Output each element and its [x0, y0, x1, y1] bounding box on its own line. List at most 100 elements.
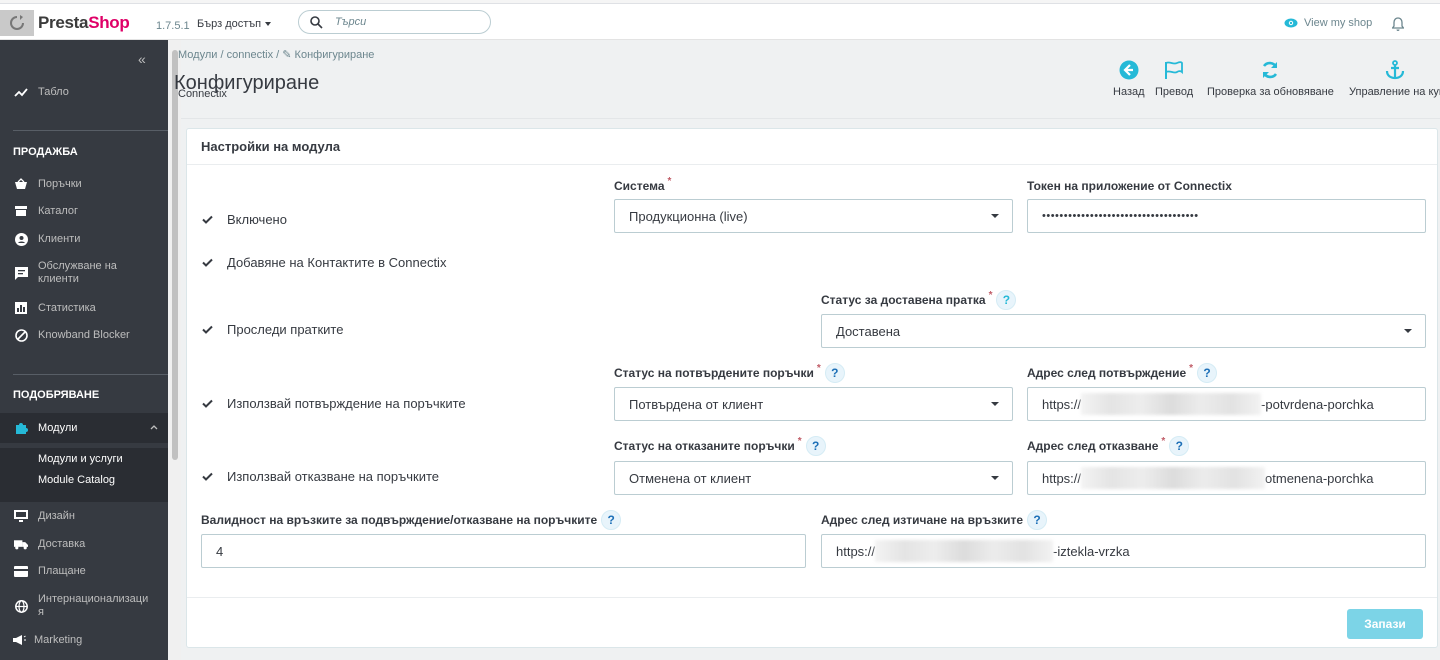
version-label: 1.7.5.1: [156, 20, 190, 32]
quick-access-dropdown[interactable]: Бърз достъп: [197, 18, 271, 30]
sidebar-item-label: Дизайн: [38, 510, 75, 522]
sidebar-item-international[interactable]: Интернационализация: [0, 591, 168, 621]
brand-name: PrestaShop: [38, 13, 130, 33]
breadcrumb: Модули / connectix / ✎ Конфигуриране: [178, 48, 374, 61]
help-icon[interactable]: ?: [1197, 363, 1218, 383]
stats-icon: [14, 301, 28, 315]
sidebar-item-label: Поръчки: [38, 178, 82, 190]
validity-label-text: Валидност на връзките за подвърждение/от…: [201, 513, 598, 527]
help-icon[interactable]: ?: [824, 363, 845, 383]
toolbar-label: Превод: [1155, 86, 1194, 98]
required-mark: *: [1189, 362, 1194, 374]
confirmed-label-text: Статус на потвърдените поръчки: [614, 366, 814, 380]
module-settings-panel: Настройки на модула Включено Добавяне на…: [186, 128, 1438, 648]
confirmed-status-select[interactable]: Потвърдена от клиент: [614, 387, 1013, 421]
toolbar-label: Управление на куки: [1349, 86, 1440, 98]
delivered-status-select[interactable]: Доставена: [821, 314, 1426, 348]
manage-hooks-button[interactable]: Управление на куки: [1349, 60, 1440, 98]
checkbox-track-shipments[interactable]: Проследи пратките: [201, 322, 343, 337]
bell-icon[interactable]: [1392, 17, 1404, 31]
brand-text: PrestaShop: [38, 13, 130, 32]
after-cancel-url-input[interactable]: https:// otmenena-porchka: [1027, 461, 1426, 495]
translate-button[interactable]: Превод: [1155, 60, 1193, 98]
toolbar-label: Проверка за обновяване: [1207, 86, 1334, 98]
after-expire-label: Адрес след изтичане на връзките?: [821, 510, 1048, 530]
system-label: Система *: [614, 176, 671, 194]
sidebar-item-shipping[interactable]: Доставка: [0, 536, 168, 552]
sidebar-item-knowband[interactable]: Knowband Blocker: [0, 327, 168, 343]
store-icon: [14, 204, 28, 218]
checkbox-add-contacts[interactable]: Добавяне на Контактите в Connectix: [201, 255, 446, 270]
help-icon[interactable]: ?: [805, 436, 826, 456]
flag-icon: [1163, 60, 1185, 80]
refresh-icon: [1260, 60, 1280, 80]
sidebar-scroll-thumb[interactable]: [172, 50, 178, 460]
logo[interactable]: PrestaShop: [0, 10, 130, 36]
after-expire-url-input[interactable]: https:// -iztekla-vrzka: [821, 534, 1426, 568]
checkbox-label: Добавяне на Контактите в Connectix: [227, 255, 447, 270]
search-placeholder: Търси: [335, 16, 367, 28]
help-icon[interactable]: ?: [601, 510, 622, 530]
save-button[interactable]: Запази: [1347, 609, 1423, 639]
cancelled-status-label: Статус на отказаните поръчки *?: [614, 436, 826, 456]
sidebar-item-design[interactable]: Дизайн: [0, 508, 168, 524]
panel-footer-divider: [187, 597, 1437, 598]
sidebar-item-payment[interactable]: Плащане: [0, 563, 168, 579]
sidebar-item-label: Плащане: [38, 565, 86, 577]
after-expire-label-text: Адрес след изтичане на връзките: [821, 513, 1024, 527]
validity-value: 4: [216, 543, 224, 559]
globe-icon: [14, 599, 28, 613]
validity-input[interactable]: 4: [201, 534, 806, 568]
delivered-value: Доставена: [836, 323, 901, 339]
checkbox-use-cancellation[interactable]: Използвай отказване на поръчките: [201, 469, 439, 484]
help-icon[interactable]: ?: [996, 290, 1017, 310]
puzzle-icon: [14, 421, 28, 435]
search-icon: [310, 16, 323, 29]
back-button[interactable]: Назад: [1113, 60, 1145, 98]
sidebar-item-orders[interactable]: Поръчки: [0, 176, 168, 192]
wrench-icon: ✎: [282, 49, 292, 61]
brand-part-shop: Shop: [88, 13, 130, 32]
submenu-module-catalog[interactable]: Module Catalog: [38, 474, 115, 486]
top-header: PrestaShop 1.7.5.1 Бърз достъп Търси Vie…: [0, 4, 1440, 40]
cancelled-status-select[interactable]: Отменена от клиент: [614, 461, 1013, 495]
toolbar-label: Назад: [1113, 86, 1145, 98]
sidebar-divider: [13, 374, 168, 375]
breadcrumb-modules[interactable]: Модули: [178, 49, 217, 61]
after-confirm-url-input[interactable]: https:// -potvrdena-porchka: [1027, 387, 1426, 421]
sidebar-item-catalog[interactable]: Каталог: [0, 203, 168, 219]
system-select[interactable]: Продукционна (live): [614, 199, 1013, 233]
sidebar-item-modules[interactable]: Модули: [0, 413, 168, 443]
breadcrumb-connectix[interactable]: connectix: [227, 49, 273, 61]
reload-icon: [0, 10, 34, 36]
search-input[interactable]: Търси: [298, 10, 491, 34]
sidebar-item-label: Интернационализация: [38, 593, 149, 618]
sidebar-item-dashboard[interactable]: Табло: [0, 84, 168, 100]
account-icon: [14, 232, 28, 246]
checkbox-enabled[interactable]: Включено: [201, 212, 287, 227]
sidebar-item-customer-service[interactable]: Обслужване на клиенти: [0, 258, 168, 288]
caret-down-icon: [991, 214, 999, 218]
collapse-menu-icon[interactable]: «: [138, 51, 146, 67]
url-prefix: https://: [1042, 470, 1082, 486]
checkbox-label: Проследи пратките: [227, 322, 344, 337]
sidebar-item-customers[interactable]: Клиенти: [0, 231, 168, 247]
checkbox-use-confirmation[interactable]: Използвай потвърждение на поръчките: [201, 396, 466, 411]
check-update-button[interactable]: Проверка за обновяване: [1207, 60, 1334, 98]
after-confirm-label: Адрес след потвърждение *?: [1027, 362, 1218, 383]
sidebar-item-stats[interactable]: Статистика: [0, 300, 168, 316]
view-shop-link[interactable]: View my shop: [1284, 17, 1372, 29]
url-prefix: https://: [1042, 396, 1082, 412]
help-icon[interactable]: ?: [1027, 510, 1048, 530]
submenu-modules-services[interactable]: Модули и услуги: [38, 453, 123, 465]
checkmark-icon: [201, 324, 213, 336]
token-input[interactable]: ••••••••••••••••••••••••••••••••••••: [1027, 199, 1426, 233]
eye-icon: [1284, 18, 1298, 28]
redacted-url: [1081, 393, 1262, 415]
sidebar-item-marketing[interactable]: Marketing: [0, 632, 168, 648]
required-mark: *: [1161, 435, 1166, 447]
sidebar-item-label: Обслужване на клиенти: [38, 260, 117, 285]
help-icon[interactable]: ?: [1169, 436, 1190, 456]
trending-up-icon: [14, 85, 28, 99]
anchor-icon: [1385, 60, 1405, 80]
